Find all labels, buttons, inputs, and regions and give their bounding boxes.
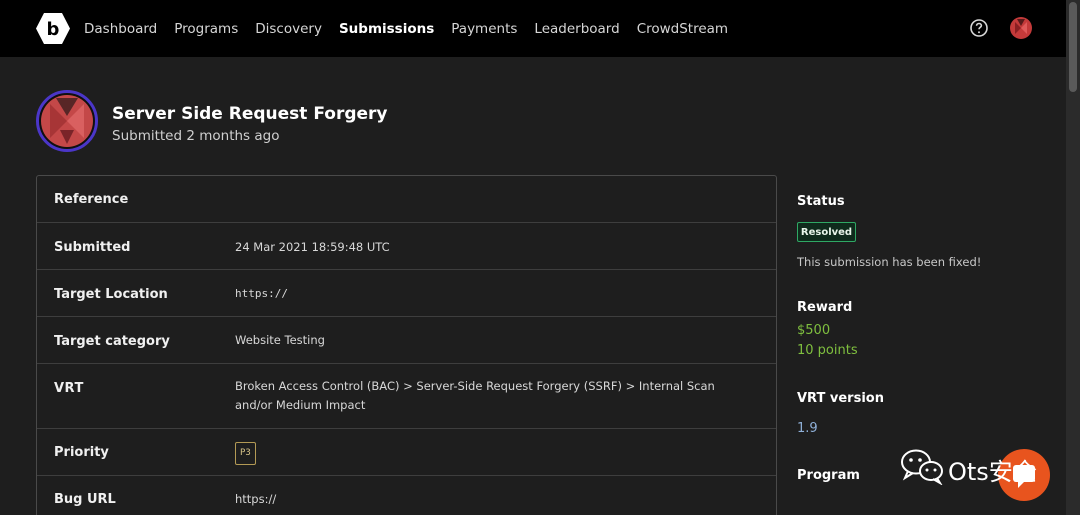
detail-label: Priority <box>54 445 109 460</box>
scrollbar-thumb[interactable] <box>1069 2 1077 92</box>
nav-programs[interactable]: Programs <box>174 21 238 37</box>
nav-leaderboard[interactable]: Leaderboard <box>534 21 619 37</box>
detail-value[interactable]: https:// <box>235 284 755 303</box>
page-title: Server Side Request Forgery <box>112 104 388 124</box>
top-navbar: b Dashboard Programs Discovery Submissio… <box>0 0 1066 57</box>
wechat-icon <box>900 447 944 486</box>
reward-amount: $500 <box>797 323 831 338</box>
program-heading: Program <box>797 468 860 483</box>
svg-text:b: b <box>47 19 60 40</box>
help-circle-icon[interactable] <box>969 18 989 38</box>
detail-value: 24 Mar 2021 18:59:48 UTC <box>235 240 390 254</box>
nav-discovery[interactable]: Discovery <box>255 21 322 37</box>
priority-badge: P3 <box>235 442 256 465</box>
nav-dashboard[interactable]: Dashboard <box>84 21 157 37</box>
priority-value: P3 <box>235 442 755 465</box>
status-heading: Status <box>797 194 845 209</box>
nav-crowdstream[interactable]: CrowdStream <box>637 21 728 37</box>
submission-details-card: Reference Submitted 24 Mar 2021 18:59:48… <box>36 175 777 515</box>
detail-label: Reference <box>54 192 129 207</box>
bugcrowd-logo-icon[interactable]: b <box>35 12 71 45</box>
submission-avatar <box>36 90 98 152</box>
reward-heading: Reward <box>797 300 853 315</box>
detail-row-priority: Priority P3 <box>37 429 776 476</box>
vrt-version-value[interactable]: 1.9 <box>797 421 818 436</box>
detail-row-target-category: Target category Website Testing <box>37 317 776 364</box>
detail-label: Submitted <box>54 240 131 255</box>
main-nav: Dashboard Programs Discovery Submissions… <box>84 0 745 57</box>
detail-value: Broken Access Control (BAC) > Server-Sid… <box>235 379 715 412</box>
submitted-time: Submitted 2 months ago <box>112 128 280 144</box>
detail-row-target-location: Target Location https:// <box>37 270 776 317</box>
watermark-text: Ots安全 <box>948 458 1037 486</box>
nav-payments[interactable]: Payments <box>451 21 517 37</box>
nav-submissions[interactable]: Submissions <box>339 21 434 37</box>
detail-label: VRT <box>54 381 84 396</box>
detail-value[interactable]: https:// <box>235 490 755 509</box>
user-avatar-icon[interactable] <box>1009 16 1033 40</box>
detail-label: Target Location <box>54 287 168 302</box>
detail-label: Target category <box>54 334 170 349</box>
reward-points: 10 points <box>797 343 858 358</box>
vrt-version-heading: VRT version <box>797 391 884 406</box>
detail-row-submitted: Submitted 24 Mar 2021 18:59:48 UTC <box>37 223 776 270</box>
detail-row-vrt: VRT Broken Access Control (BAC) > Server… <box>37 364 776 429</box>
detail-value: Website Testing <box>235 333 325 347</box>
status-note: This submission has been fixed! <box>797 255 982 269</box>
page-scrollbar[interactable] <box>1066 0 1080 515</box>
status-badge: Resolved <box>797 222 856 242</box>
detail-row-reference: Reference <box>37 176 776 223</box>
detail-row-bug-url: Bug URL https:// <box>37 476 776 515</box>
detail-label: Bug URL <box>54 492 116 507</box>
